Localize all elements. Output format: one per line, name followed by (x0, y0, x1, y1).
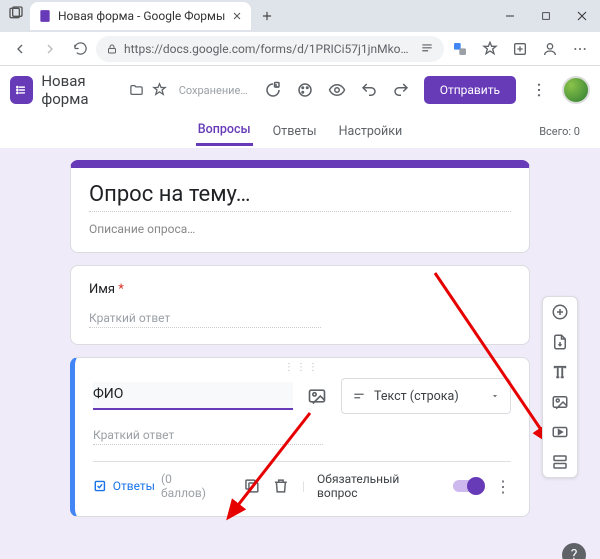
lock-icon (106, 43, 118, 55)
url-box[interactable]: https://docs.google.com/forms/d/1PRICi57… (96, 36, 444, 62)
question-card-2-active[interactable]: ⋮⋮⋮ Текст (строка) Краткий ответ Ответы … (70, 357, 530, 517)
question-label: Имя * (89, 282, 511, 297)
reader-icon[interactable] (420, 42, 434, 56)
chevron-down-icon (490, 391, 500, 401)
preview-icon[interactable] (328, 81, 346, 99)
reload-button[interactable] (66, 35, 94, 63)
account-avatar[interactable] (562, 76, 590, 104)
favorite-icon[interactable] (476, 35, 504, 63)
menu-icon[interactable] (566, 35, 594, 63)
short-text-icon (352, 389, 366, 403)
question-card-1[interactable]: Имя * Краткий ответ (70, 265, 530, 345)
redo-icon[interactable] (392, 81, 410, 99)
import-questions-icon[interactable] (551, 333, 569, 351)
question-title-input[interactable] (93, 382, 293, 410)
type-label: Текст (строка) (374, 389, 459, 404)
forms-favicon-icon (38, 9, 52, 23)
forms-logo-icon[interactable] (10, 76, 33, 104)
answer-placeholder: Краткий ответ (89, 311, 321, 328)
close-window-button[interactable] (564, 0, 600, 32)
form-description-input[interactable]: Описание опроса… (89, 222, 511, 236)
undo-icon[interactable] (360, 81, 378, 99)
tab-title: Новая форма - Google Формы (58, 9, 225, 23)
required-asterisk: * (118, 282, 124, 297)
side-toolbar (542, 296, 578, 478)
minimize-button[interactable] (492, 0, 528, 32)
tab-responses[interactable]: Ответы (271, 118, 319, 145)
form-title[interactable]: Новая форма (41, 72, 120, 108)
theme-icon[interactable] (296, 81, 314, 99)
tab-settings[interactable]: Настройки (337, 118, 405, 145)
star-icon[interactable] (152, 81, 167, 99)
total-points: Всего: 0 (539, 125, 580, 138)
translate-icon[interactable] (446, 35, 474, 63)
add-section-icon[interactable] (551, 453, 569, 471)
title-card[interactable]: Опрос на тему… Описание опроса… (70, 160, 530, 253)
maximize-button[interactable] (528, 0, 564, 32)
question-more-icon[interactable]: ⋮ (495, 477, 511, 496)
tab-questions[interactable]: Вопросы (196, 116, 253, 146)
window-controls (492, 0, 600, 32)
browser-tab-active[interactable]: Новая форма - Google Формы (30, 2, 251, 30)
app: Новая форма Сохранение… Отправить Вопрос… (0, 66, 600, 148)
help-button[interactable]: ? (562, 543, 586, 559)
add-image-button[interactable] (303, 382, 331, 410)
question-footer: Ответы (0 баллов) | Обязательный вопрос … (93, 461, 511, 500)
close-tab-icon[interactable] (231, 10, 243, 22)
question-type-dropdown[interactable]: Текст (строка) (341, 378, 511, 414)
required-toggle[interactable] (453, 480, 483, 492)
more-menu-icon[interactable] (530, 81, 548, 99)
duplicate-icon[interactable] (243, 477, 261, 495)
answer-key-link[interactable]: Ответы (0 баллов) (93, 472, 219, 500)
back-button[interactable] (6, 35, 34, 63)
add-question-icon[interactable] (551, 303, 569, 321)
form-title-input[interactable]: Опрос на тему… (89, 182, 511, 212)
app-header: Новая форма Сохранение… Отправить (0, 66, 600, 114)
collections-icon[interactable] (506, 35, 534, 63)
saving-status: Сохранение… (179, 84, 248, 97)
new-tab-button[interactable] (255, 4, 279, 28)
header-actions: Отправить (264, 76, 590, 104)
delete-icon[interactable] (272, 477, 290, 495)
profile-icon[interactable] (536, 35, 564, 63)
forward-button[interactable] (36, 35, 64, 63)
add-image-icon[interactable] (551, 393, 569, 411)
send-button[interactable]: Отправить (424, 76, 516, 104)
required-label: Обязательный вопрос (317, 472, 441, 500)
add-title-icon[interactable] (551, 363, 569, 381)
points-label: (0 баллов) (161, 472, 219, 500)
answer-placeholder: Краткий ответ (93, 428, 323, 445)
workspace: Опрос на тему… Описание опроса… Имя * Кр… (0, 148, 600, 559)
folder-icon[interactable] (129, 81, 144, 99)
add-video-icon[interactable] (551, 423, 569, 441)
drag-handle-icon[interactable]: ⋮⋮⋮ (284, 362, 320, 373)
address-bar: https://docs.google.com/forms/d/1PRICi57… (0, 32, 600, 66)
url-text: https://docs.google.com/forms/d/1PRICi57… (124, 42, 414, 56)
tab-strip: Новая форма - Google Формы (8, 0, 492, 32)
addons-icon[interactable] (264, 81, 282, 99)
window-titlebar: Новая форма - Google Формы (0, 0, 600, 32)
tabs-row: Вопросы Ответы Настройки Всего: 0 (0, 114, 600, 148)
tabs-overview-icon[interactable] (8, 5, 24, 21)
